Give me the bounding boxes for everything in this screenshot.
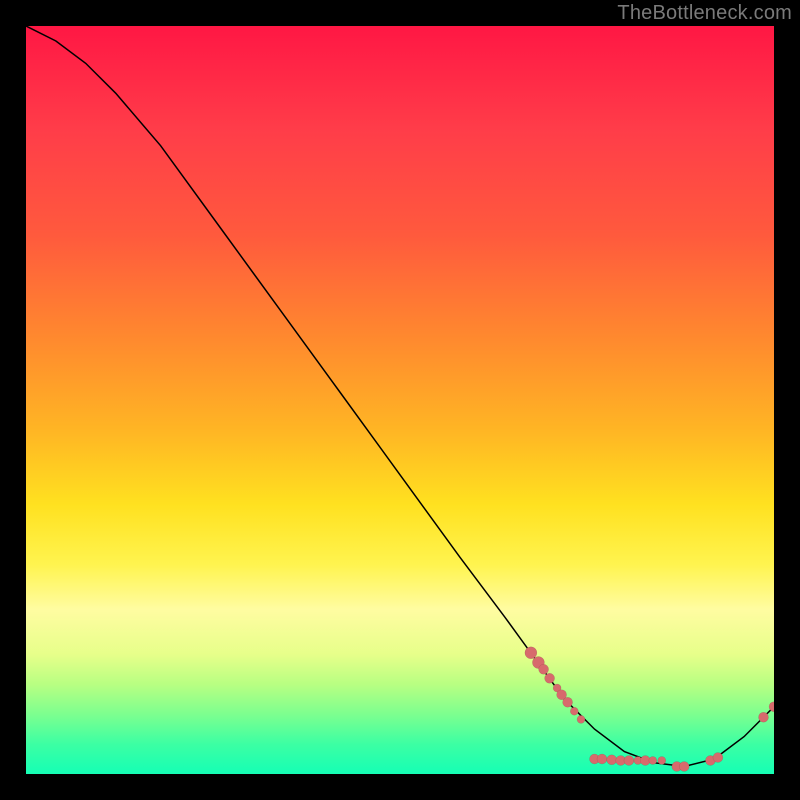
data-marker (759, 712, 769, 722)
marker-group (525, 647, 774, 772)
data-marker (597, 754, 607, 764)
data-marker (577, 715, 585, 723)
data-marker (525, 647, 537, 659)
data-marker (658, 757, 666, 765)
plot-area (26, 26, 774, 774)
data-marker (607, 755, 617, 765)
data-marker (624, 756, 634, 766)
data-marker (649, 757, 657, 765)
chart-frame: TheBottleneck.com (0, 0, 800, 800)
data-marker (570, 707, 578, 715)
bottleneck-curve (26, 26, 774, 767)
data-marker (679, 762, 689, 772)
data-marker (713, 753, 723, 763)
watermark-label: TheBottleneck.com (617, 2, 792, 25)
data-marker (545, 673, 555, 683)
data-marker (539, 664, 549, 674)
chart-svg (26, 26, 774, 774)
data-marker (563, 697, 573, 707)
